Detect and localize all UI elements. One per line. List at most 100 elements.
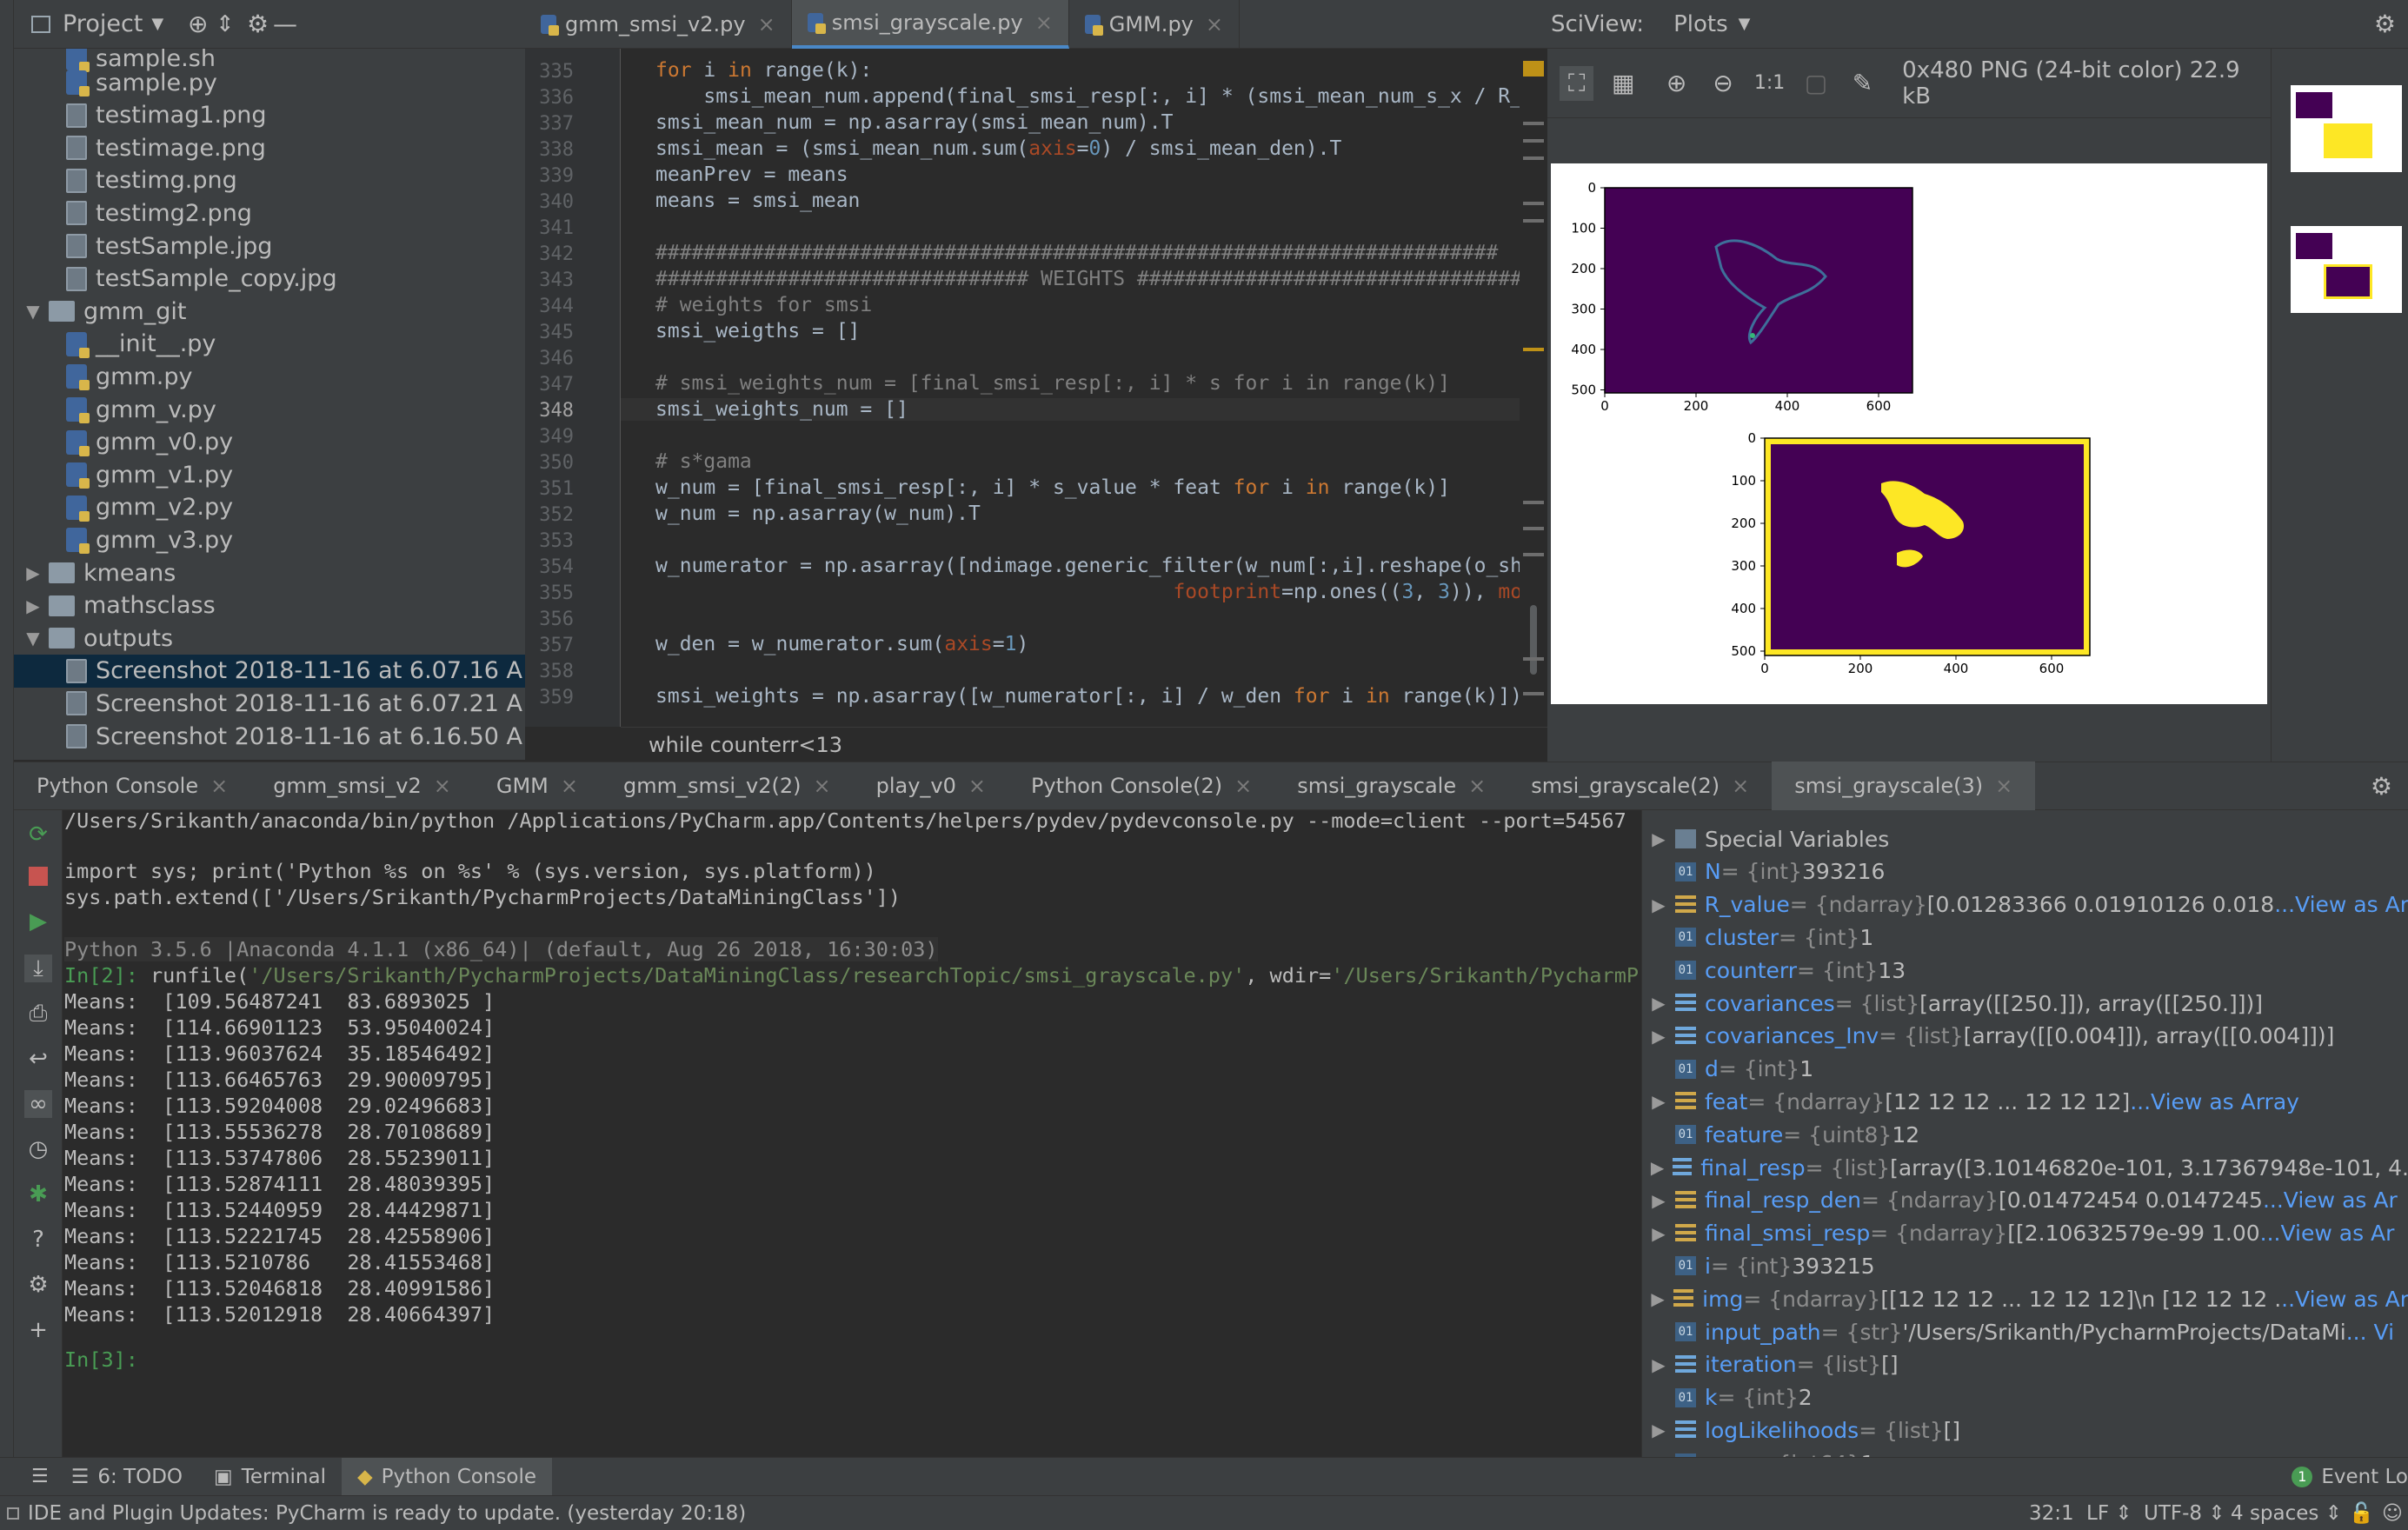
chevron-down-icon[interactable]: ▼: [23, 628, 43, 649]
variable-row[interactable]: ▶ Special Variables: [1642, 822, 2408, 855]
tree-item[interactable]: sample.py: [14, 66, 525, 99]
tree-item[interactable]: testimg.png: [14, 164, 525, 197]
debug-icon[interactable]: ✱: [24, 1181, 52, 1208]
help-icon[interactable]: ?: [24, 1226, 52, 1254]
variable-row[interactable]: ▶ covariances = {list} [array([[250.]]), …: [1642, 987, 2408, 1020]
console-tab[interactable]: gmm_smsi_v2 ×: [250, 762, 474, 810]
view-as-array-link[interactable]: ...View as Ar: [2274, 892, 2408, 917]
chevron-right-icon[interactable]: ▶: [1642, 1288, 1673, 1309]
chevron-right-icon[interactable]: ▶: [1642, 1157, 1673, 1178]
tree-item[interactable]: Screenshot 2018-11-16 at 6.07.21 A: [14, 687, 525, 720]
scrollbar-thumb[interactable]: [1530, 605, 1537, 675]
variable-row[interactable]: 01 i = {int} 393215: [1642, 1249, 2408, 1282]
chevron-right-icon[interactable]: ▶: [1642, 1420, 1675, 1440]
close-icon[interactable]: ×: [1732, 774, 1749, 798]
tree-item[interactable]: gmm_v3.py: [14, 523, 525, 556]
tree-item[interactable]: Screenshot 2018-11-16 at 6.07.16 A: [14, 654, 525, 688]
error-stripe[interactable]: [1520, 49, 1547, 727]
console-tab[interactable]: smsi_grayscale(3) ×: [1772, 762, 2036, 810]
console-tab[interactable]: Python Console ×: [14, 762, 250, 810]
close-icon[interactable]: ×: [561, 774, 578, 798]
chevron-right-icon[interactable]: ▶: [1642, 895, 1675, 915]
tree-item[interactable]: ▼ outputs: [14, 622, 525, 655]
close-icon[interactable]: ×: [1035, 10, 1053, 35]
variable-row[interactable]: 01 input_path = {str} '/Users/Srikanth/Py…: [1642, 1315, 2408, 1348]
gear-icon[interactable]: ⚙: [2371, 772, 2392, 801]
lock-icon[interactable]: 🔓: [2349, 1501, 2374, 1525]
tree-item[interactable]: testSample_copy.jpg: [14, 263, 525, 296]
plots-dropdown[interactable]: Plots ▼: [1673, 11, 1750, 37]
tree-item[interactable]: ▶ mathsclass: [14, 589, 525, 622]
variable-row[interactable]: 01 k = {int} 2: [1642, 1381, 2408, 1414]
variable-row[interactable]: ▶01max = {int64} 1: [1642, 1447, 2408, 1457]
tree-item[interactable]: gmm_v.py: [14, 393, 525, 426]
variable-row[interactable]: 01 feature = {uint8} 12: [1642, 1118, 2408, 1151]
variable-row[interactable]: ▶ final_resp_den = {ndarray} [0.01472454 …: [1642, 1184, 2408, 1217]
tree-item[interactable]: ▶ kmeans: [14, 556, 525, 589]
close-icon[interactable]: ×: [968, 774, 986, 798]
chevron-right-icon[interactable]: ▶: [23, 595, 43, 616]
editor-tab[interactable]: gmm_smsi_v2.py ×: [525, 0, 792, 49]
tool-window-tab[interactable]: ☰ 6: TODO: [56, 1458, 198, 1496]
gear-icon[interactable]: ⚙: [2374, 10, 2396, 38]
event-log[interactable]: 1 Event Lo: [2292, 1466, 2408, 1488]
chevron-right-icon[interactable]: ▶: [1642, 828, 1675, 849]
tree-item[interactable]: Screenshot 2018-11-16 at 6.16.50 A: [14, 720, 525, 753]
scroll-to-end-icon[interactable]: ⤓: [24, 955, 52, 982]
plot-thumbnail-2[interactable]: [2291, 226, 2402, 313]
status-toggle-icon[interactable]: [7, 1507, 19, 1520]
chevron-right-icon[interactable]: ▶: [1642, 1190, 1675, 1211]
breadcrumb[interactable]: while counterr<13: [621, 727, 1547, 762]
tree-item[interactable]: gmm_v0.py: [14, 426, 525, 459]
history-icon[interactable]: ◷: [24, 1135, 52, 1163]
editor-tab[interactable]: GMM.py ×: [1069, 0, 1240, 49]
close-icon[interactable]: ×: [210, 774, 228, 798]
variable-row[interactable]: ▶ R_value = {ndarray} [0.01283366 0.01910…: [1642, 888, 2408, 921]
close-icon[interactable]: ×: [1468, 774, 1486, 798]
view-as-array-link[interactable]: ...View as Array: [2130, 1089, 2299, 1114]
close-icon[interactable]: ×: [434, 774, 451, 798]
chevron-down-icon[interactable]: ▼: [151, 15, 163, 33]
view-as-array-link[interactable]: ... Vi: [2346, 1320, 2394, 1345]
git-icon[interactable]: ☺: [2382, 1502, 2403, 1525]
tree-item[interactable]: testSample.jpg: [14, 230, 525, 263]
view-as-array-link[interactable]: ...View as Ar: [2260, 1221, 2395, 1246]
variable-row[interactable]: 01 N = {int} 393216: [1642, 855, 2408, 888]
view-as-array-link[interactable]: ...View as Ar: [2263, 1187, 2398, 1213]
console-next-prompt[interactable]: In[3]:: [64, 1347, 138, 1372]
tree-item[interactable]: testimg2.png: [14, 196, 525, 230]
status-message[interactable]: IDE and Plugin Updates: PyCharm is ready…: [28, 1502, 746, 1525]
variable-row[interactable]: 01 d = {int} 1: [1642, 1053, 2408, 1086]
left-tool-strip[interactable]: [0, 0, 14, 1460]
chevron-right-icon[interactable]: ▶: [1642, 1223, 1675, 1244]
tree-item[interactable]: testimag1.png: [14, 99, 525, 132]
background-icon[interactable]: ▢: [1799, 66, 1833, 101]
print-icon[interactable]: ⎙: [24, 1000, 52, 1028]
minimize-icon[interactable]: —: [273, 10, 297, 38]
tree-item[interactable]: testimage.png: [14, 131, 525, 164]
tool-window-tab[interactable]: ▣ Terminal: [198, 1458, 342, 1496]
close-icon[interactable]: ×: [1995, 774, 2012, 798]
variable-row[interactable]: ▶ covariances_Inv = {list} [array([[0.004…: [1642, 1020, 2408, 1053]
variable-row[interactable]: ▶ final_resp = {list} [array([3.10146820e…: [1642, 1151, 2408, 1184]
zoom-out-icon[interactable]: ⊖: [1706, 66, 1739, 101]
code-editor[interactable]: for i in range(k): smsi_mean_num.append(…: [621, 49, 1547, 727]
breadcrumb-label[interactable]: while counterr<13: [649, 733, 842, 757]
caret-position[interactable]: 32:1: [2029, 1502, 2074, 1525]
variable-row[interactable]: ▶ img = {ndarray} [[12 12 12 ... 12 12 12…: [1642, 1282, 2408, 1315]
settings-icon[interactable]: ⚙: [24, 1271, 52, 1299]
run-icon[interactable]: ▶: [24, 908, 52, 935]
fit-icon[interactable]: ⛶: [1560, 65, 1594, 101]
plot-thumbnail-1[interactable]: [2291, 85, 2402, 172]
file-encoding[interactable]: UTF-8 ⇕: [2144, 1502, 2225, 1525]
chevron-right-icon[interactable]: ▶: [1642, 1026, 1675, 1047]
close-icon[interactable]: ×: [758, 12, 775, 37]
variable-row[interactable]: 01 counterr = {int} 13: [1642, 954, 2408, 987]
tool-windows-icon[interactable]: ☰: [31, 1466, 49, 1487]
color-picker-icon[interactable]: ✎: [1846, 66, 1879, 101]
plot-image[interactable]: 0 100 200 300 400 500 0 200 400 600 0 100 200 300 40…: [1551, 163, 2267, 704]
chevron-down-icon[interactable]: ▼: [23, 301, 43, 322]
chevron-right-icon[interactable]: ▶: [1642, 1091, 1675, 1112]
tree-item[interactable]: __init__.py: [14, 328, 525, 361]
view-as-array-link[interactable]: ..View as Ar: [2281, 1287, 2408, 1312]
